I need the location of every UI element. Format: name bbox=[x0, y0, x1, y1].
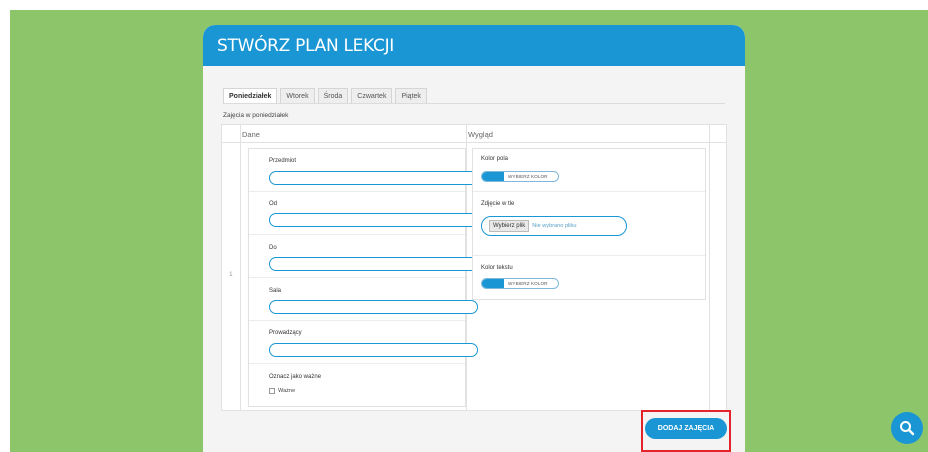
kolor-pola-button[interactable]: WYBIERZ KOLOR bbox=[508, 174, 548, 179]
wazne-checkbox[interactable] bbox=[269, 388, 275, 394]
color-swatch bbox=[482, 172, 504, 181]
tab-czwartek[interactable]: Czwartek bbox=[351, 88, 393, 103]
column-header-dane: Dane bbox=[242, 130, 260, 139]
field-wazne: Oznacz jako ważne Ważne bbox=[249, 364, 465, 407]
kolor-tekstu-button[interactable]: WYBIERZ KOLOR bbox=[508, 281, 548, 286]
column-divider bbox=[709, 125, 710, 410]
page-title: STWÓRZ PLAN LEKCJI bbox=[217, 35, 395, 56]
do-label: Do bbox=[269, 245, 277, 251]
przedmiot-label: Przedmiot bbox=[269, 158, 297, 164]
field-prowadzacy: Prowadzący bbox=[249, 321, 478, 364]
od-input[interactable] bbox=[269, 213, 478, 227]
sala-label: Sala bbox=[269, 288, 282, 294]
field-sala: Sala bbox=[249, 278, 478, 321]
do-input[interactable] bbox=[269, 257, 478, 271]
choose-file-button[interactable]: Wybierz plik bbox=[489, 220, 530, 232]
column-header-wyglad: Wygląd bbox=[468, 130, 493, 139]
table-header: Dane Wygląd bbox=[222, 125, 726, 143]
przedmiot-input[interactable] bbox=[269, 171, 478, 185]
search-fab-button[interactable] bbox=[891, 412, 923, 444]
sala-input[interactable] bbox=[269, 300, 478, 314]
kolor-tekstu-label: Kolor tekstu bbox=[481, 265, 513, 271]
dane-panel: Przedmiot Od Do Sala Prowadzący Oznacz j… bbox=[248, 148, 478, 407]
tab-poniedzialek[interactable]: Poniedziałek bbox=[223, 88, 278, 103]
kolor-tekstu-picker[interactable]: WYBIERZ KOLOR bbox=[481, 278, 559, 289]
lesson-plan-card: STWÓRZ PLAN LEKCJI Poniedziałek Wtorek Ś… bbox=[203, 25, 745, 452]
row-number: 1 bbox=[229, 271, 233, 278]
field-od: Od bbox=[249, 192, 478, 235]
field-do: Do bbox=[249, 235, 478, 278]
zdjecie-section: Zdjęcie w tle Wybierz plik Nie wybrano p… bbox=[473, 192, 705, 256]
zdjecie-label: Zdjęcie w tle bbox=[481, 201, 515, 207]
column-divider bbox=[240, 125, 241, 410]
wazne-checkbox-row[interactable]: Ważne bbox=[269, 388, 295, 394]
kolor-pola-label: Kolor pola bbox=[481, 156, 509, 162]
add-lesson-button[interactable]: DODAJ ZAJĘCIA bbox=[645, 418, 727, 439]
tabs-divider bbox=[223, 103, 725, 104]
tab-wtorek[interactable]: Wtorek bbox=[280, 88, 315, 103]
tab-sroda[interactable]: Środa bbox=[317, 88, 349, 103]
field-przedmiot: Przedmiot bbox=[249, 149, 478, 192]
lessons-table: Dane Wygląd 1 Przedmiot Od Do Sala Prowa… bbox=[221, 124, 727, 411]
prowadzacy-input[interactable] bbox=[269, 343, 478, 357]
search-icon bbox=[900, 421, 915, 436]
kolor-pola-section: Kolor pola WYBIERZ KOLOR bbox=[473, 149, 705, 192]
card-header: STWÓRZ PLAN LEKCJI bbox=[203, 25, 745, 66]
od-label: Od bbox=[269, 201, 278, 207]
wazne-label: Oznacz jako ważne bbox=[269, 374, 322, 380]
wazne-checkbox-label: Ważne bbox=[278, 388, 296, 394]
wyglad-panel: Kolor pola WYBIERZ KOLOR Zdjęcie w tle W… bbox=[472, 148, 706, 300]
section-title: Zajęcia w poniedziałek bbox=[223, 112, 289, 119]
day-tabs: Poniedziałek Wtorek Środa Czwartek Piąte… bbox=[223, 88, 430, 103]
kolor-pola-picker[interactable]: WYBIERZ KOLOR bbox=[481, 171, 559, 182]
kolor-tekstu-section: Kolor tekstu WYBIERZ KOLOR bbox=[473, 256, 705, 299]
tab-piatek[interactable]: Piątek bbox=[395, 88, 427, 103]
prowadzacy-label: Prowadzący bbox=[269, 330, 302, 336]
file-status: Nie wybrano pliku bbox=[532, 223, 577, 229]
file-input[interactable]: Wybierz plik Nie wybrano pliku bbox=[481, 216, 627, 236]
color-swatch bbox=[482, 279, 504, 288]
